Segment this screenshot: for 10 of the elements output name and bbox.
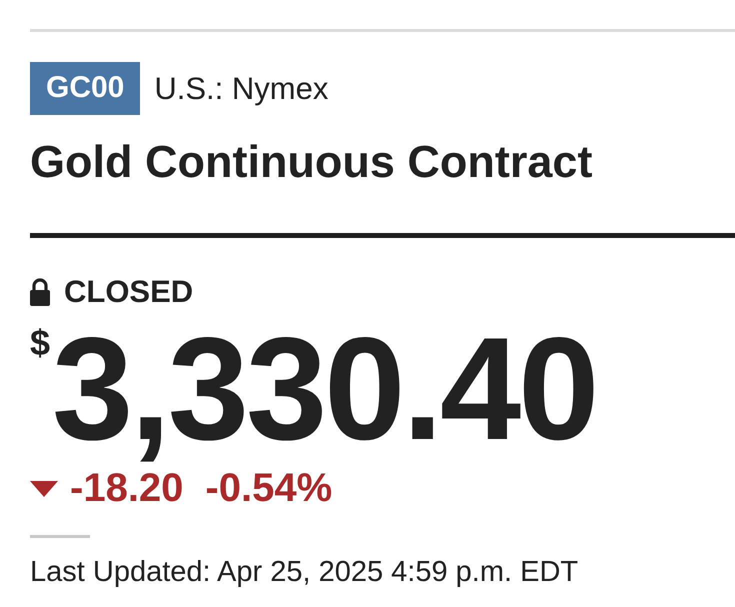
instrument-name: Gold Continuous Contract <box>30 135 594 189</box>
percent-change: -0.54% <box>205 466 332 511</box>
exchange-label: U.S.: Nymex <box>154 70 328 106</box>
price-value: 3,330.40 <box>52 316 596 462</box>
market-status: CLOSED <box>64 274 194 310</box>
ticker-badge: GC00 <box>30 62 140 115</box>
last-updated: Last Updated: Apr 25, 2025 4:59 p.m. EDT <box>30 556 580 590</box>
lock-icon <box>30 278 50 306</box>
currency-symbol: $ <box>30 322 50 364</box>
price-change: -18.20 <box>70 466 184 511</box>
